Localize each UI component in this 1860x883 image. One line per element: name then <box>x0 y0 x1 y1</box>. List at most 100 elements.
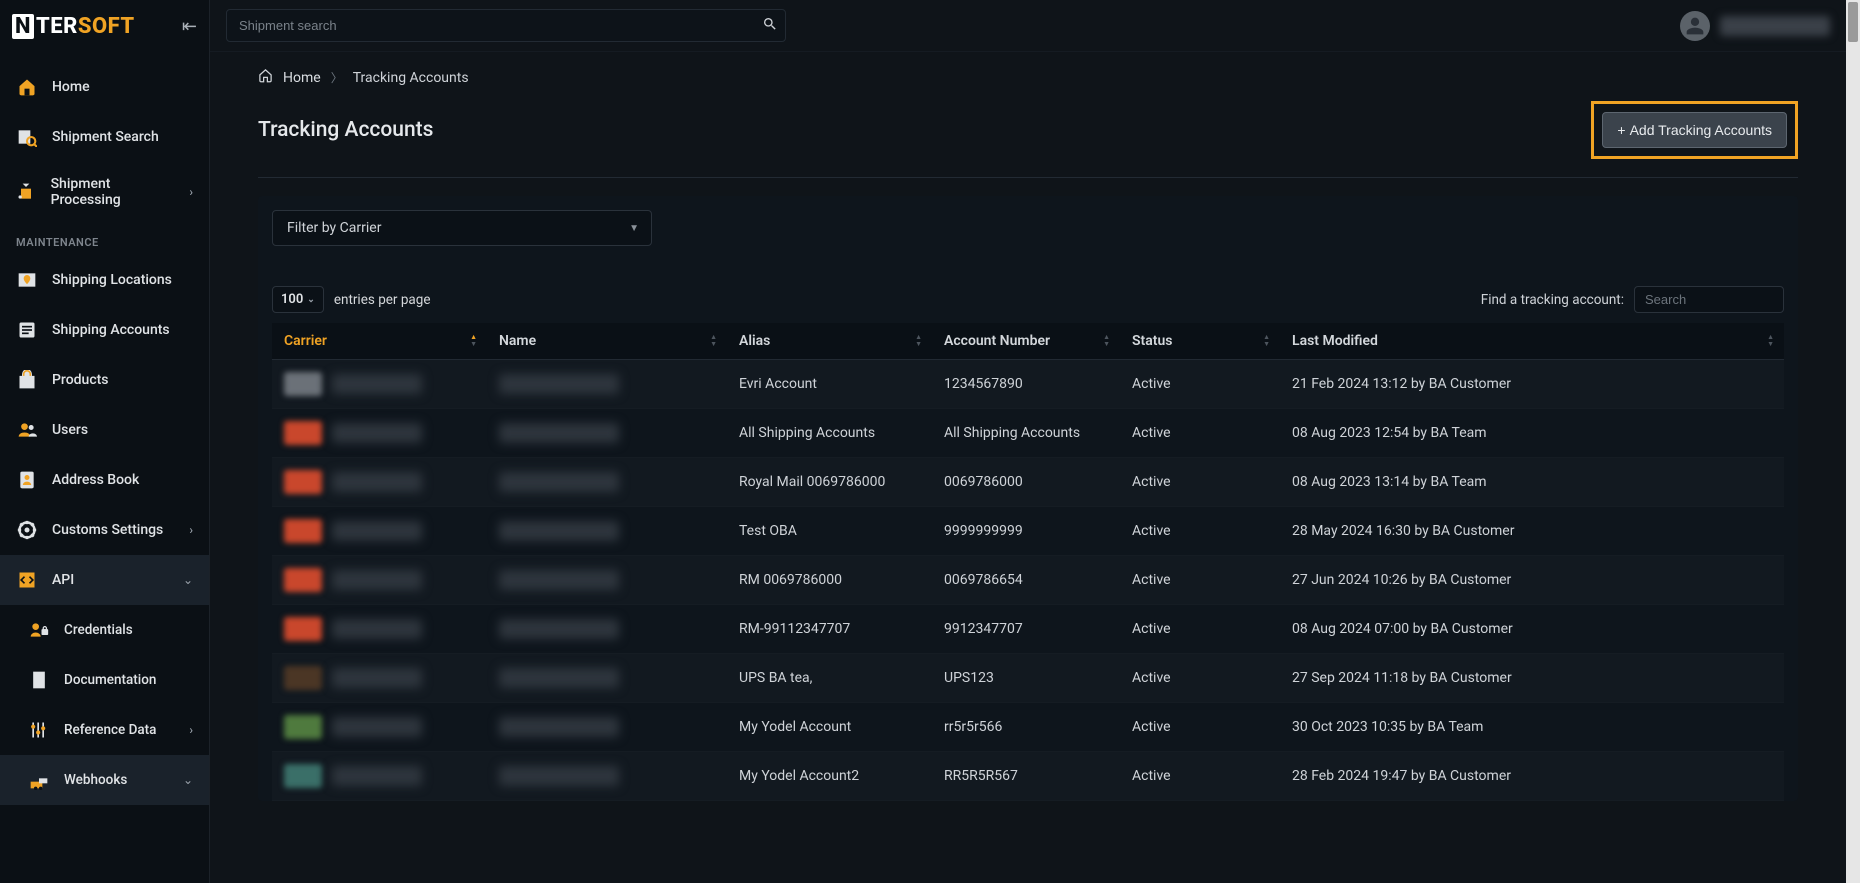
sidebar-item-reference-data[interactable]: Reference Data› <box>0 705 209 755</box>
col-status[interactable]: Status ▲▼ <box>1120 323 1280 360</box>
table-row[interactable]: RM-991123477079912347707Active08 Aug 202… <box>272 605 1784 654</box>
carrier-logo <box>284 568 322 592</box>
sidebar-item-customs-settings[interactable]: Customs Settings› <box>0 505 209 555</box>
nav-main: HomeShipment SearchShipment Processing› … <box>0 52 209 805</box>
account-name <box>499 766 619 786</box>
table-row[interactable]: All Shipping AccountsAll Shipping Accoun… <box>272 409 1784 458</box>
alias-cell: RM-99112347707 <box>727 605 932 654</box>
sidebar-item-shipping-locations[interactable]: Shipping Locations <box>0 255 209 305</box>
carrier-name <box>332 619 422 639</box>
status-cell: Active <box>1120 703 1280 752</box>
sidebar-item-label: Shipment Search <box>52 129 159 145</box>
breadcrumb: Home 〉 Tracking Accounts <box>258 68 1798 87</box>
sidebar-item-address-book[interactable]: Address Book <box>0 455 209 505</box>
sidebar-item-api[interactable]: API⌄ <box>0 555 209 605</box>
filter-label: Filter by Carrier <box>287 220 381 236</box>
find-tracking-account-input[interactable] <box>1634 286 1784 313</box>
shipping-accounts-icon <box>16 319 38 341</box>
chevron-down-icon: ⌄ <box>183 573 193 587</box>
filter-by-carrier-select[interactable]: Filter by Carrier ▼ <box>272 210 652 246</box>
status-cell: Active <box>1120 556 1280 605</box>
nav-heading-maintenance: MAINTENANCE <box>0 222 209 255</box>
shipping-locations-icon <box>16 269 38 291</box>
webhooks-icon <box>28 769 50 791</box>
plus-icon: + <box>1617 122 1625 138</box>
carrier-logo <box>284 519 322 543</box>
chevron-down-icon: ⌄ <box>183 773 193 787</box>
search-icon[interactable] <box>762 16 778 36</box>
alias-cell: Evri Account <box>727 360 932 409</box>
sidebar-item-documentation[interactable]: Documentation <box>0 655 209 705</box>
account-name <box>499 570 619 590</box>
sidebar-item-shipping-accounts[interactable]: Shipping Accounts <box>0 305 209 355</box>
status-cell: Active <box>1120 360 1280 409</box>
breadcrumb-home[interactable]: Home <box>283 70 321 86</box>
sidebar-item-label: Address Book <box>52 472 139 488</box>
modified-cell: 27 Jun 2024 10:26 by BA Customer <box>1280 556 1784 605</box>
table-row[interactable]: Royal Mail 00697860000069786000Active08 … <box>272 458 1784 507</box>
home-icon <box>16 76 38 98</box>
alias-cell: My Yodel Account2 <box>727 752 932 801</box>
home-icon[interactable] <box>258 68 273 87</box>
collapse-sidebar-icon[interactable]: ⇤ <box>182 16 197 37</box>
sidebar-item-products[interactable]: Products <box>0 355 209 405</box>
sidebar-item-label: Credentials <box>64 622 133 638</box>
modified-cell: 27 Sep 2024 11:18 by BA Customer <box>1280 654 1784 703</box>
brand-logo: NTERSOFT <box>12 14 135 39</box>
add-tracking-accounts-button[interactable]: + Add Tracking Accounts <box>1602 112 1787 148</box>
table-row[interactable]: RM 00697860000069786654Active27 Jun 2024… <box>272 556 1784 605</box>
alias-cell: UPS BA tea, <box>727 654 932 703</box>
user-name[interactable] <box>1720 16 1830 36</box>
account-number-cell: All Shipping Accounts <box>932 409 1120 458</box>
user-avatar-icon[interactable] <box>1680 11 1710 41</box>
col-account[interactable]: Account Number ▲▼ <box>932 323 1120 360</box>
account-number-cell: 9999999999 <box>932 507 1120 556</box>
shipment-search-input[interactable] <box>226 9 786 42</box>
alias-cell: My Yodel Account <box>727 703 932 752</box>
api-icon <box>16 569 38 591</box>
alias-cell: RM 0069786000 <box>727 556 932 605</box>
brand-mid: TER <box>36 14 78 39</box>
sidebar-item-credentials[interactable]: Credentials <box>0 605 209 655</box>
col-carrier[interactable]: Carrier ▲▼ <box>272 323 487 360</box>
sidebar-item-label: Shipping Locations <box>52 272 172 288</box>
status-cell: Active <box>1120 605 1280 654</box>
sidebar-item-home[interactable]: Home <box>0 62 209 112</box>
scrollbar-thumb[interactable] <box>1848 2 1858 42</box>
account-name <box>499 521 619 541</box>
entries-label: entries per page <box>334 292 431 308</box>
table-row[interactable]: Test OBA9999999999Active28 May 2024 16:3… <box>272 507 1784 556</box>
carrier-name <box>332 668 422 688</box>
account-name <box>499 668 619 688</box>
modified-cell: 08 Aug 2024 07:00 by BA Customer <box>1280 605 1784 654</box>
table-row[interactable]: My Yodel Account2RR5R5R567Active28 Feb 2… <box>272 752 1784 801</box>
col-alias[interactable]: Alias ▲▼ <box>727 323 932 360</box>
table-row[interactable]: My Yodel Accountrr5r5r566Active30 Oct 20… <box>272 703 1784 752</box>
table-row[interactable]: Evri Account1234567890Active21 Feb 2024 … <box>272 360 1784 409</box>
sidebar-item-shipment-search[interactable]: Shipment Search <box>0 112 209 162</box>
brand-prefix: N <box>12 14 34 39</box>
sidebar-item-users[interactable]: Users <box>0 405 209 455</box>
account-name <box>499 423 619 443</box>
pagesize-select[interactable]: 100 ⌄ <box>272 286 324 313</box>
scrollbar[interactable] <box>1846 0 1860 883</box>
table-row[interactable]: UPS BA tea,UPS123Active27 Sep 2024 11:18… <box>272 654 1784 703</box>
products-icon <box>16 369 38 391</box>
address-book-icon <box>16 469 38 491</box>
carrier-logo <box>284 764 322 788</box>
reference-data-icon <box>28 719 50 741</box>
carrier-logo <box>284 715 322 739</box>
sidebar-item-shipment-processing[interactable]: Shipment Processing› <box>0 162 209 222</box>
col-modified[interactable]: Last Modified ▲▼ <box>1280 323 1784 360</box>
col-name[interactable]: Name ▲▼ <box>487 323 727 360</box>
customs-settings-icon <box>16 519 38 541</box>
sidebar-item-label: Users <box>52 422 88 438</box>
users-icon <box>16 419 38 441</box>
carrier-logo <box>284 470 322 494</box>
chevron-right-icon: 〉 <box>331 69 343 86</box>
account-number-cell: 9912347707 <box>932 605 1120 654</box>
modified-cell: 08 Aug 2023 13:14 by BA Team <box>1280 458 1784 507</box>
carrier-logo <box>284 666 322 690</box>
sidebar-item-webhooks[interactable]: Webhooks⌄ <box>0 755 209 805</box>
sidebar-item-label: Reference Data <box>64 722 156 738</box>
